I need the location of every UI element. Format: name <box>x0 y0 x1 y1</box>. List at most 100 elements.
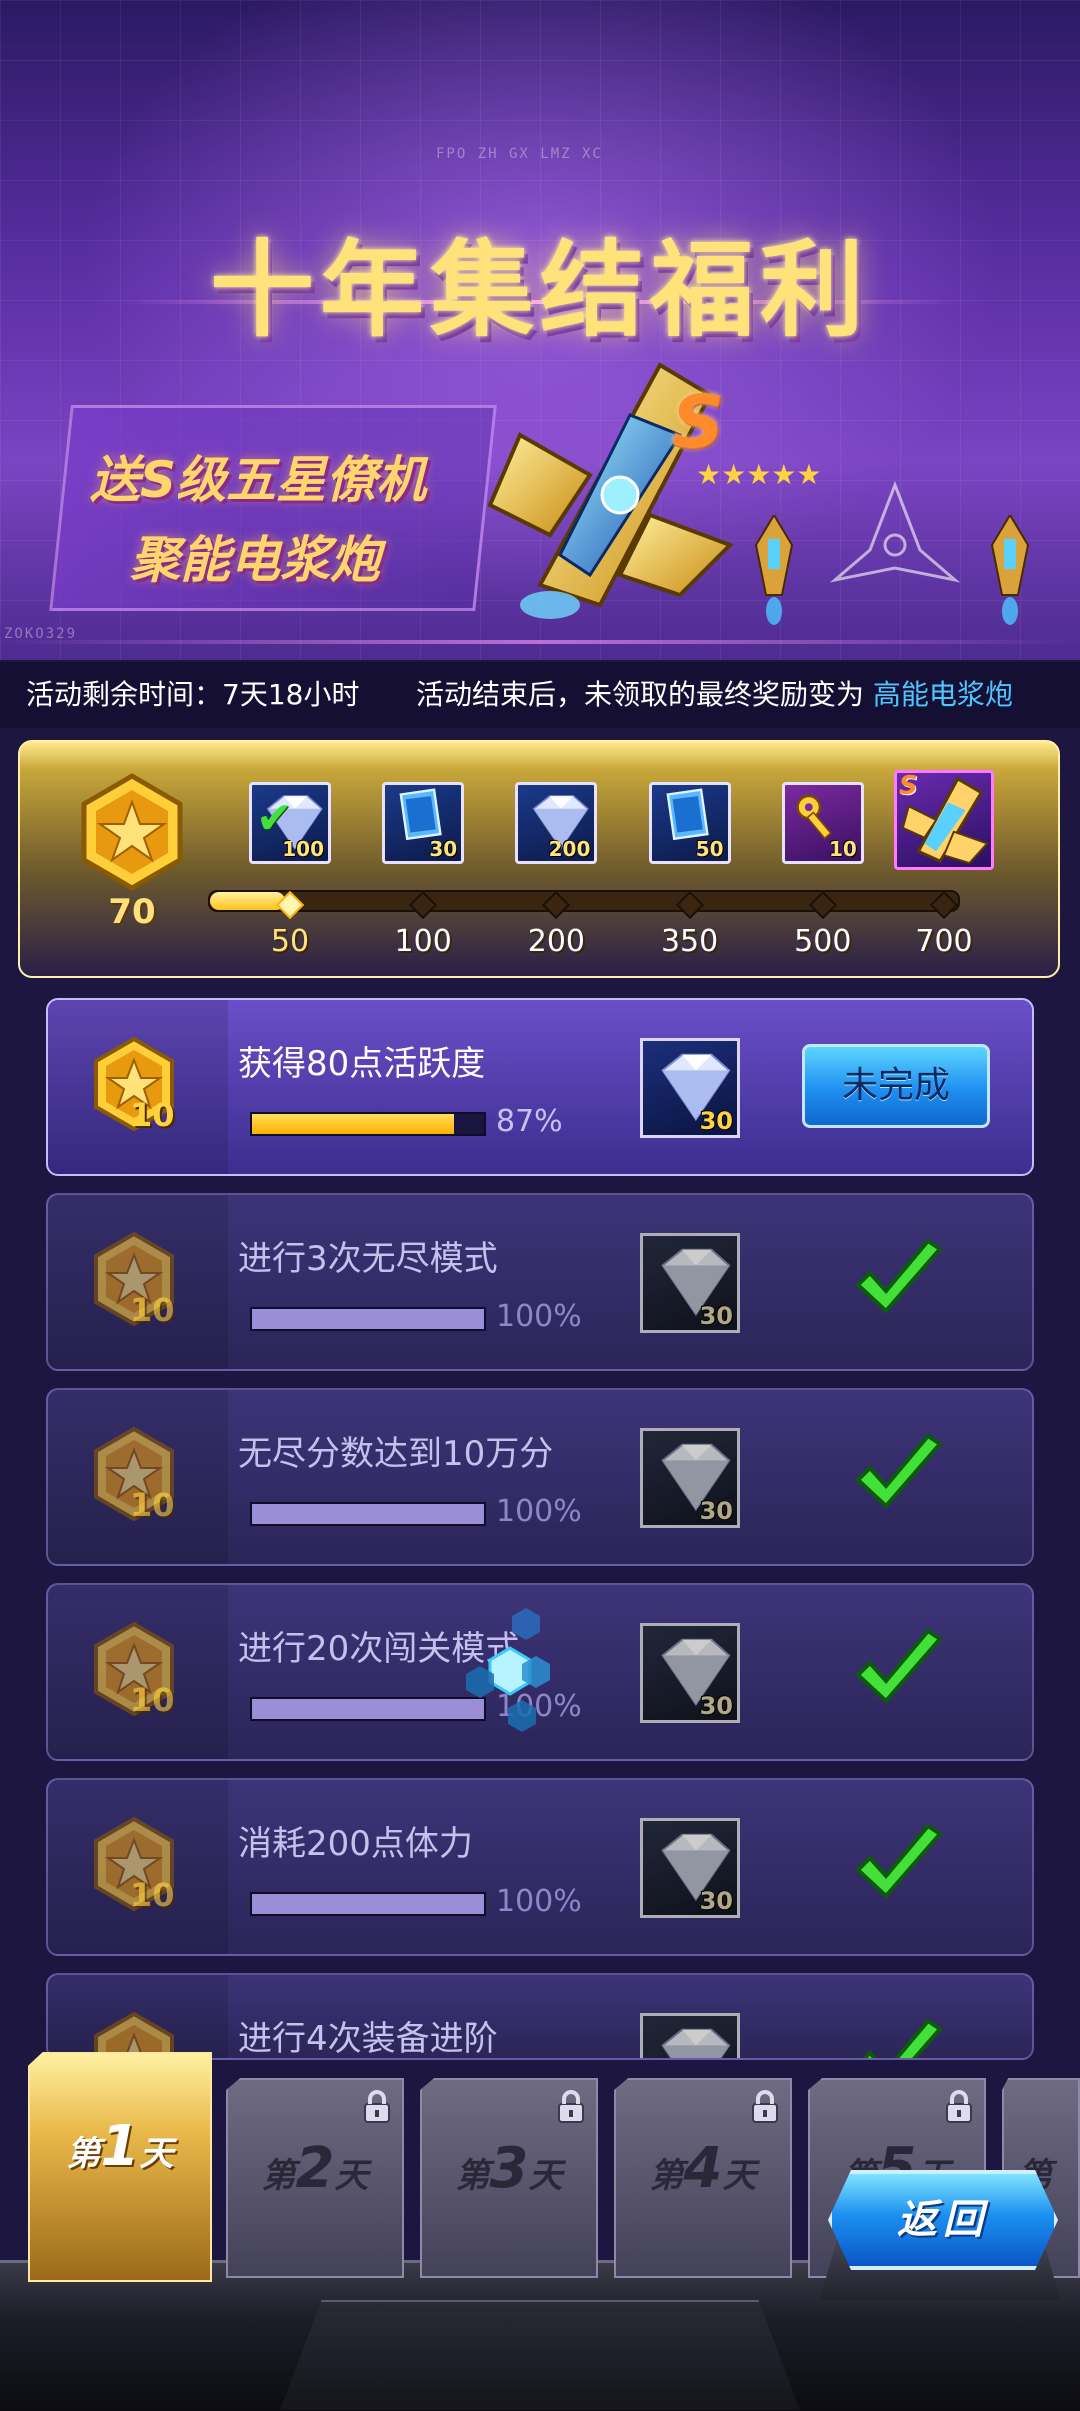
return-button[interactable]: 返回 <box>828 2170 1058 2270</box>
time-remaining: 活动剩余时间：7天18小时 <box>26 678 360 711</box>
milestone-reward-50[interactable]: 100 ✔ <box>249 782 331 864</box>
day-suffix: 天 <box>722 2156 757 2196</box>
task-reward[interactable]: 30 <box>640 1818 740 1918</box>
lock-icon <box>364 2090 390 2123</box>
task-title: 无尽分数达到10万分 <box>238 1434 554 1474</box>
milestone-reward-count: 10 <box>828 837 857 861</box>
task-progress-text: 87% <box>496 1104 563 1139</box>
task-reward[interactable]: 30 <box>640 1038 740 1138</box>
end-notice: 活动结束后，未领取的最终奖励变为 高能电浆炮 <box>416 662 1013 728</box>
task-points: 10 <box>130 1486 175 1524</box>
tab-day-1[interactable]: 第1天 <box>28 2052 212 2282</box>
task-reward[interactable]: 30 <box>640 1233 740 1333</box>
day-prefix: 第 <box>649 2156 684 2196</box>
day-label: 第3天 <box>422 2136 596 2201</box>
task-progress-bar <box>250 1892 486 1916</box>
bottom-plate <box>280 2300 800 2410</box>
completed-check-icon <box>855 1238 944 1314</box>
day-label: 第1天 <box>30 2114 210 2179</box>
wingman-mini-ship-icon <box>754 515 794 625</box>
day-label: 第2天 <box>228 2136 402 2201</box>
banner-glow-line-bottom <box>0 640 1080 644</box>
task-card: 10 无尽分数达到10万分 100% 30 <box>46 1388 1034 1566</box>
milestone-reward-500[interactable]: 10 <box>781 782 864 864</box>
milestone-reward-350[interactable]: 50 <box>648 782 731 864</box>
milestone-reward-100[interactable]: 30 <box>382 782 465 864</box>
milestone-track <box>208 890 960 912</box>
tab-day-3[interactable]: 第3天 <box>420 2078 598 2278</box>
subtitle-line-1: 送S级五星僚机 <box>90 451 427 509</box>
event-info-bar: 活动剩余时间：7天18小时 活动结束后，未领取的最终奖励变为 高能电浆炮 <box>0 662 1080 728</box>
task-points: 10 <box>130 1291 175 1329</box>
milestone-reward-700[interactable]: S <box>894 770 994 870</box>
activity-star-medal-icon <box>81 773 183 891</box>
lock-icon <box>946 2090 972 2123</box>
task-points: 10 <box>130 1096 175 1134</box>
day-prefix: 第 <box>66 2134 101 2174</box>
task-title: 获得80点活跃度 <box>238 1044 486 1084</box>
milestone-label: 100 <box>394 924 452 959</box>
task-reward[interactable]: 30 <box>640 2013 740 2058</box>
task-progress-text: 100% <box>496 1884 582 1919</box>
milestone-reward-200[interactable]: 200 <box>515 782 598 864</box>
completed-check-icon <box>862 2018 944 2058</box>
task-progress-text: 100% <box>496 1299 582 1334</box>
task-progress-fill <box>252 1504 484 1524</box>
day-suffix: 天 <box>334 2156 369 2196</box>
milestone-label: 200 <box>527 924 586 959</box>
task-reward-count: 30 <box>699 1107 733 1135</box>
milestone-label: 50 <box>270 924 310 959</box>
task-status-button[interactable]: 未完成 <box>802 1044 990 1128</box>
task-points: 10 <box>130 1681 175 1719</box>
wingman-mini-ship-icon-2 <box>990 515 1030 625</box>
day-number: 3 <box>489 2136 529 2201</box>
task-title: 消耗200点体力 <box>238 1824 473 1864</box>
task-reward-count: 30 <box>699 1302 733 1330</box>
task-progress-bar <box>250 1112 486 1136</box>
ship-outline-icon <box>830 480 960 583</box>
completed-check-icon <box>855 1628 944 1704</box>
task-title: 进行4次装备进阶 <box>238 2019 498 2059</box>
event-banner: FPO ZH GX LMZ XC ZOKO329 十年集结福利 送S级五星僚机 … <box>0 0 1080 660</box>
milestone-reward-count: 30 <box>429 837 458 861</box>
milestone-track-fill <box>210 892 285 910</box>
grade-s-badge: S <box>672 380 724 464</box>
task-card: 10 获得80点活跃度 87% 30 未完成 <box>46 998 1034 1176</box>
task-progress-text: 100% <box>496 1494 582 1529</box>
task-card: 10 进行3次无尽模式 100% 30 <box>46 1193 1034 1371</box>
five-stars: ★★★★★ <box>696 460 822 490</box>
lock-icon <box>752 2090 778 2123</box>
completed-check-icon <box>855 1823 944 1899</box>
grade-s-mark: S <box>899 771 918 801</box>
hexagon-decoration-icon <box>466 1608 550 1732</box>
milestone-label: 350 <box>660 924 719 959</box>
day-number: 4 <box>683 2136 723 2201</box>
task-reward-count: 30 <box>699 1887 733 1915</box>
milestone-label: 700 <box>915 924 973 959</box>
banner-deco-code: FPO ZH GX LMZ XC <box>436 146 603 162</box>
task-progress-bar <box>250 1307 486 1331</box>
task-progress-fill <box>252 1699 484 1719</box>
completed-check-icon <box>855 1433 944 1509</box>
task-progress-bar <box>250 1502 486 1526</box>
task-reward-count: 30 <box>699 1692 733 1720</box>
task-title: 进行3次无尽模式 <box>238 1239 498 1279</box>
task-reward[interactable]: 30 <box>640 1623 740 1723</box>
activity-progress-panel: 70 100 ✔ 50 30 100 200 200 50 350 10 500 S 700 <box>18 740 1060 978</box>
task-reward[interactable]: 30 <box>640 1428 740 1528</box>
day-label: 第4天 <box>616 2136 790 2201</box>
milestone-reward-count: 200 <box>548 837 591 861</box>
end-notice-text: 活动结束后，未领取的最终奖励变为 <box>416 678 865 711</box>
task-progress-bar <box>250 1697 486 1721</box>
day-prefix: 第 <box>261 2156 296 2196</box>
claimed-check-icon: ✔ <box>256 793 293 844</box>
day-suffix: 天 <box>139 2134 174 2174</box>
tab-day-4[interactable]: 第4天 <box>614 2078 792 2278</box>
task-progress-fill <box>252 1114 454 1134</box>
diamond-icon <box>661 2028 731 2058</box>
milestone-reward-count: 50 <box>695 837 724 861</box>
event-title: 十年集结福利 <box>209 229 870 351</box>
final-reward-link[interactable]: 高能电浆炮 <box>873 678 1013 711</box>
task-card: 10 进行4次装备进阶 100% 30 <box>46 1973 1034 2060</box>
tab-day-2[interactable]: 第2天 <box>226 2078 404 2278</box>
